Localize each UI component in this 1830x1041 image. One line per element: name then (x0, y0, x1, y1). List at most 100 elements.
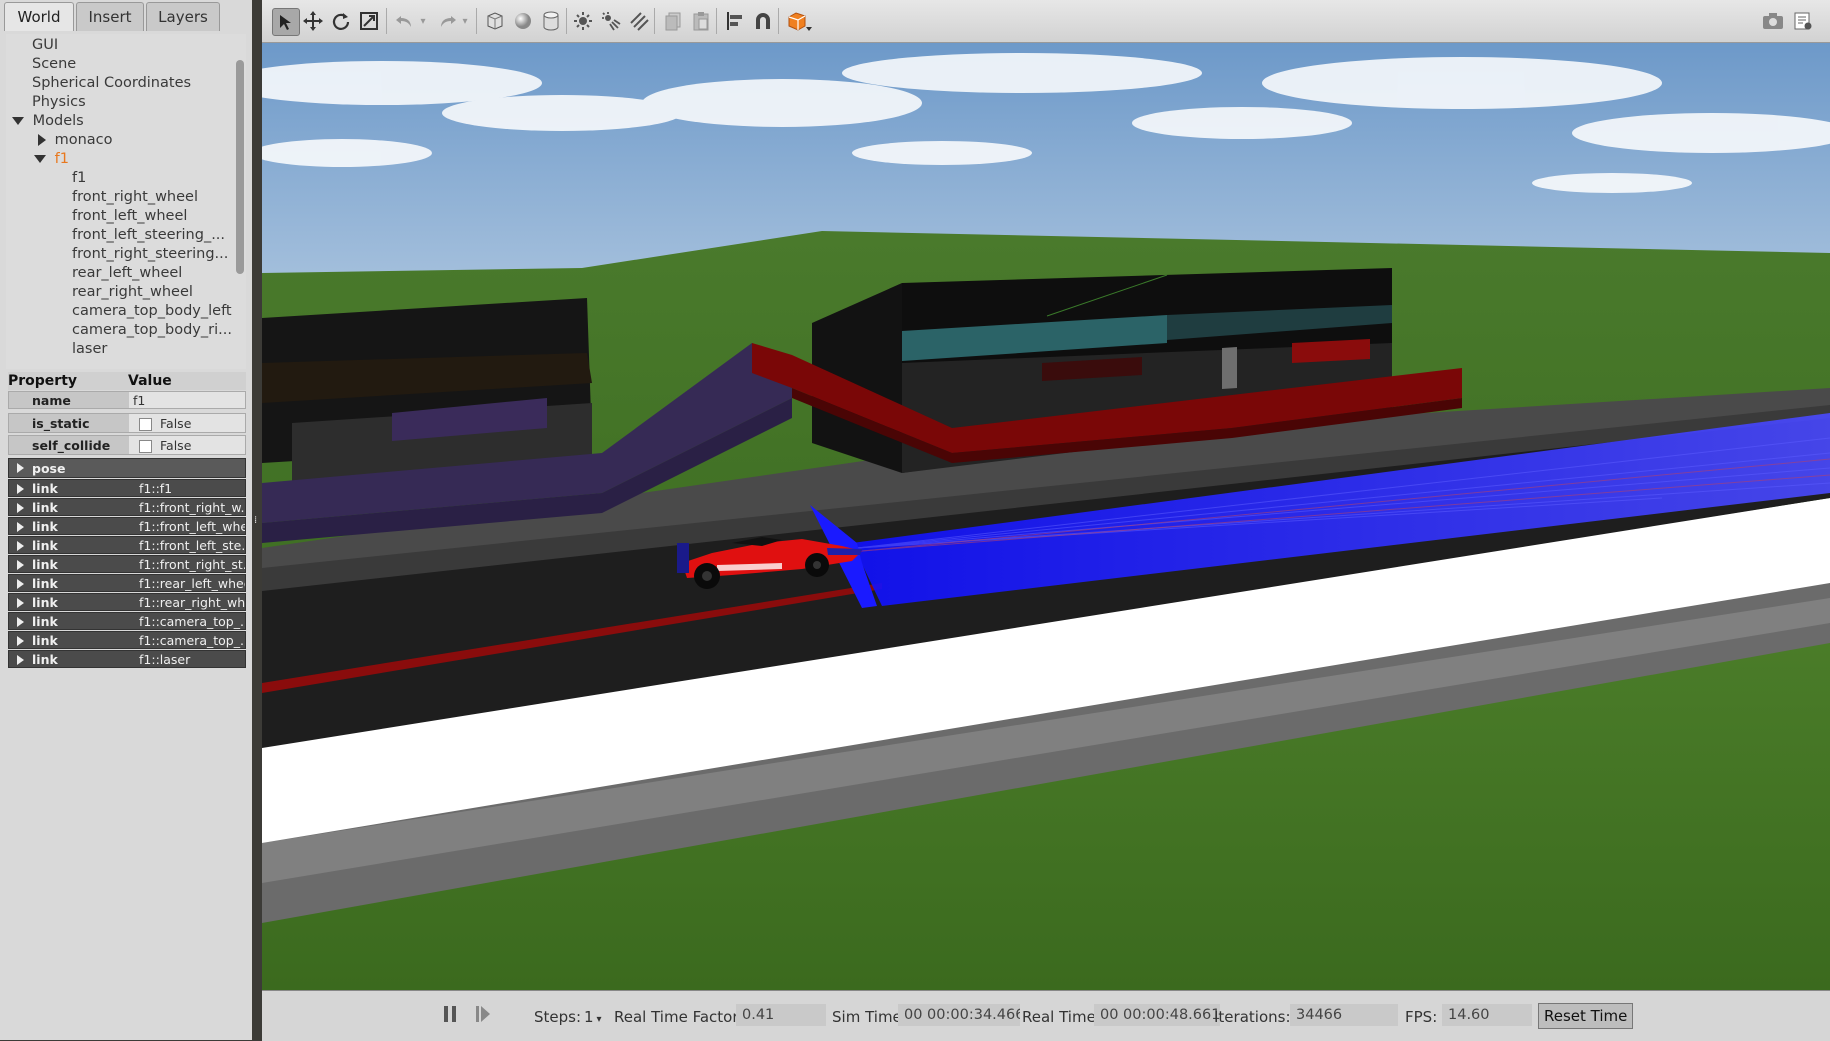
property-value: f1::f1 (129, 480, 245, 496)
property-key: link (32, 557, 58, 572)
property-value[interactable]: f1 (129, 392, 245, 408)
scale-icon[interactable] (356, 8, 382, 34)
undo-dropdown-icon[interactable]: ▾ (416, 8, 430, 34)
tree-item-link-front-left-steering[interactable]: front_left_steering_... (72, 226, 225, 245)
property-row-link[interactable]: link f1::laser (8, 650, 246, 668)
property-header: Property Value (8, 372, 246, 390)
property-key: is_static (32, 416, 90, 431)
toolbar-separator (386, 8, 387, 34)
toolbar-separator (566, 8, 567, 34)
property-value-cell: False (129, 414, 245, 432)
property-row-link[interactable]: link f1::front_left_ste... (8, 536, 246, 554)
pause-icon[interactable] (442, 1004, 458, 1024)
left-panel: World Insert Layers GUI Scene Spherical … (0, 0, 253, 1040)
property-value: f1::rear_left_wheel (129, 575, 245, 591)
tree-item-link-front-left-wheel[interactable]: front_left_wheel (72, 207, 187, 226)
tree-item-f1-model[interactable]: f1 (34, 150, 69, 169)
redo-dropdown-icon[interactable]: ▾ (458, 8, 472, 34)
status-bar: Steps: 1 ▾ Real Time Factor: 0.41 Sim Tim… (262, 990, 1830, 1041)
copy-icon[interactable] (660, 8, 686, 34)
paste-icon[interactable] (688, 8, 714, 34)
reset-time-button[interactable]: Reset Time (1538, 1003, 1634, 1029)
property-row-link[interactable]: link f1::camera_top_... (8, 631, 246, 649)
property-value: False (160, 416, 192, 431)
redo-icon[interactable] (434, 8, 460, 34)
tree-item-spherical-coordinates[interactable]: Spherical Coordinates (32, 74, 191, 93)
property-value: f1::camera_top_... (129, 632, 245, 648)
tree-item-link-laser[interactable]: laser (72, 340, 107, 359)
property-key: link (32, 500, 58, 515)
property-value: f1::front_right_st... (129, 556, 245, 572)
toolbar-separator (716, 8, 717, 34)
property-value: f1::laser (129, 651, 245, 667)
tree-item-link-front-right-wheel[interactable]: front_right_wheel (72, 188, 198, 207)
property-row-link[interactable]: link f1::f1 (8, 479, 246, 497)
screenshot-icon[interactable] (1760, 8, 1786, 34)
tree-item-monaco[interactable]: monaco (38, 131, 113, 150)
tab-insert[interactable]: Insert (76, 2, 144, 31)
real-time-label: Real Time: (1022, 1008, 1101, 1026)
cylinder-icon[interactable] (538, 8, 564, 34)
property-row-link[interactable]: link f1::front_right_st... (8, 555, 246, 573)
expand-down-icon[interactable] (12, 117, 24, 125)
spot-light-icon[interactable] (598, 8, 624, 34)
property-row-link[interactable]: link f1::front_right_w... (8, 498, 246, 516)
step-icon[interactable] (474, 1004, 492, 1024)
tree-item-link-rear-left-wheel[interactable]: rear_left_wheel (72, 264, 182, 283)
property-row-link[interactable]: link f1::camera_top_... (8, 612, 246, 630)
tree-item-models[interactable]: Models (12, 112, 84, 131)
align-icon[interactable] (722, 8, 748, 34)
is-static-checkbox[interactable] (139, 418, 152, 431)
tree-scrollbar[interactable] (236, 60, 244, 274)
splitter-handle-icon[interactable]: ⁞ (254, 515, 257, 526)
tree-item-link-rear-right-wheel[interactable]: rear_right_wheel (72, 283, 193, 302)
tree-item-link-camera-top-body-left[interactable]: camera_top_body_left (72, 302, 232, 321)
property-key: name (32, 393, 71, 408)
world-tree: GUI Scene Spherical Coordinates Physics … (6, 34, 246, 369)
property-row-name[interactable]: name f1 (8, 391, 246, 409)
box-icon[interactable] (482, 8, 508, 34)
property-value: f1::front_left_ste... (129, 537, 245, 553)
property-value: f1::rear_right_wh... (129, 594, 245, 610)
property-row-self-collide[interactable]: self_collide False (8, 435, 246, 455)
3d-viewport[interactable] (262, 43, 1830, 990)
tree-item-scene[interactable]: Scene (32, 55, 76, 74)
property-row-link[interactable]: link f1::rear_left_wheel (8, 574, 246, 592)
undo-icon[interactable] (392, 8, 418, 34)
property-row-link[interactable]: link f1::rear_right_wh... (8, 593, 246, 611)
steps-value[interactable]: 1 ▾ (584, 1007, 602, 1027)
property-key: link (32, 538, 58, 553)
property-value: f1::front_right_w... (129, 499, 245, 515)
translate-icon[interactable] (300, 8, 326, 34)
property-key: link (32, 595, 58, 610)
expand-right-icon[interactable] (38, 134, 46, 146)
tab-world[interactable]: World (4, 2, 74, 31)
tree-item-gui[interactable]: GUI (32, 36, 58, 55)
steps-dropdown-icon[interactable]: ▾ (597, 1014, 602, 1025)
tree-item-link-f1[interactable]: f1 (72, 169, 86, 188)
property-row-is-static[interactable]: is_static False (8, 413, 246, 433)
tree-item-physics[interactable]: Physics (32, 93, 86, 112)
property-row-pose[interactable]: pose (8, 458, 246, 478)
directional-light-icon[interactable] (626, 8, 652, 34)
property-key: link (32, 519, 58, 534)
snap-magnet-icon[interactable] (750, 8, 776, 34)
log-icon[interactable] (1790, 8, 1816, 34)
point-light-icon[interactable] (570, 8, 596, 34)
steps-label: Steps: (534, 1008, 582, 1026)
real-time-factor-label: Real Time Factor: (614, 1008, 744, 1026)
tree-item-link-camera-top-body-right[interactable]: camera_top_body_ri... (72, 321, 232, 340)
rotate-icon[interactable] (328, 8, 354, 34)
fps-field: 14.60 (1442, 1004, 1532, 1026)
select-arrow-icon[interactable] (272, 8, 300, 36)
real-time-field: 00 00:00:48.661 (1094, 1004, 1220, 1026)
value-column-header: Value (128, 373, 172, 389)
sphere-icon[interactable] (510, 8, 536, 34)
sim-time-label: Sim Time: (832, 1008, 907, 1026)
tree-item-link-front-right-steering[interactable]: front_right_steering... (72, 245, 228, 264)
self-collide-checkbox[interactable] (139, 440, 152, 453)
expand-down-icon[interactable] (34, 155, 46, 163)
view-angle-icon[interactable] (784, 8, 818, 34)
property-row-link[interactable]: link f1::front_left_wheel (8, 517, 246, 535)
tab-layers[interactable]: Layers (146, 2, 220, 31)
